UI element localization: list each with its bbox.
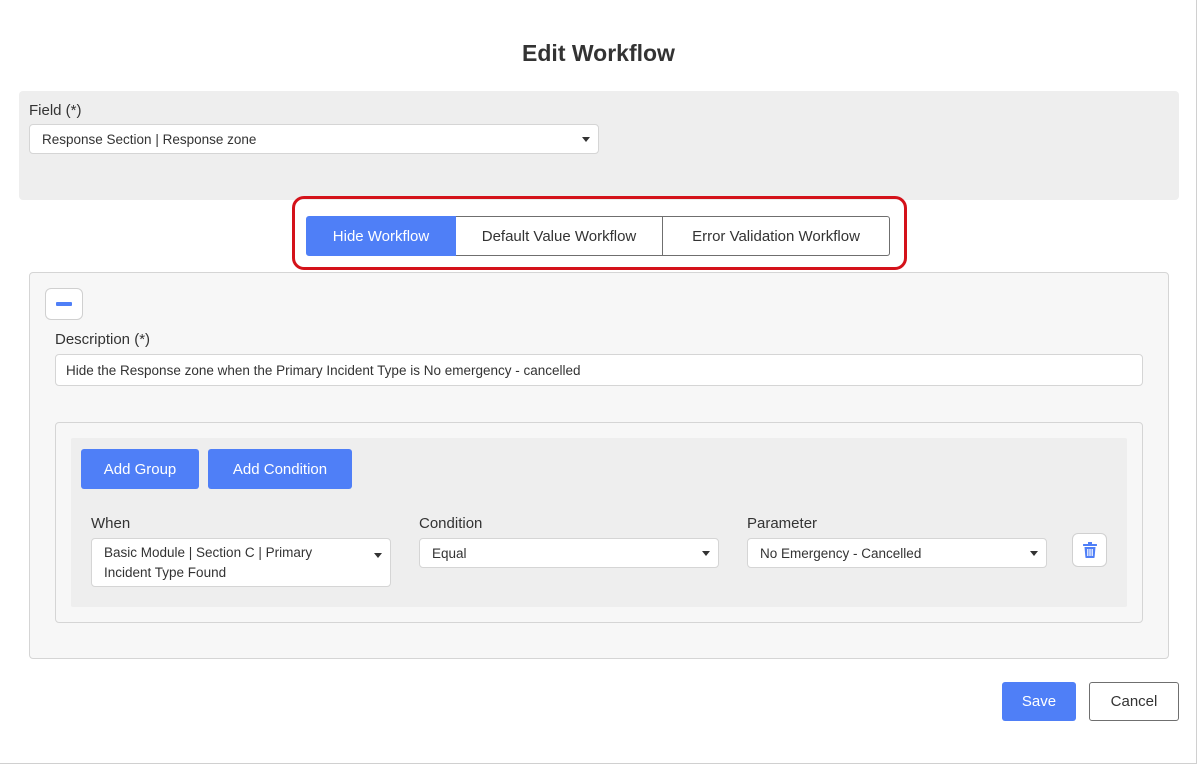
caret-down-icon (702, 551, 710, 556)
parameter-select-value: No Emergency - Cancelled (760, 545, 922, 561)
condition-select-value: Equal (432, 545, 467, 561)
conditions-container: Add Group Add Condition When Condition P… (55, 422, 1143, 623)
tab-error-validation-workflow[interactable]: Error Validation Workflow (663, 216, 890, 256)
tab-hide-workflow[interactable]: Hide Workflow (306, 216, 456, 256)
cancel-button[interactable]: Cancel (1089, 682, 1179, 721)
parameter-label: Parameter (747, 515, 818, 532)
field-select-value: Response Section | Response zone (42, 131, 257, 147)
caret-down-icon (1030, 551, 1038, 556)
condition-group: Add Group Add Condition When Condition P… (71, 438, 1127, 607)
trash-icon (1082, 542, 1097, 558)
edit-workflow-dialog: Edit Workflow Field (*) Response Section… (0, 0, 1197, 764)
add-condition-button[interactable]: Add Condition (208, 449, 352, 489)
description-input[interactable]: Hide the Response zone when the Primary … (55, 354, 1143, 386)
tab-default-value-workflow[interactable]: Default Value Workflow (456, 216, 663, 256)
workflow-card: Description (*) Hide the Response zone w… (29, 272, 1169, 659)
field-label: Field (*) (29, 102, 82, 119)
caret-down-icon (374, 553, 382, 558)
caret-down-icon (582, 137, 590, 142)
condition-select[interactable]: Equal (419, 538, 719, 568)
delete-condition-button[interactable] (1072, 533, 1107, 567)
collapse-button[interactable] (45, 288, 83, 320)
when-select[interactable]: Basic Module | Section C | Primary Incid… (91, 538, 391, 587)
dialog-title: Edit Workflow (522, 40, 675, 66)
description-label: Description (*) (55, 331, 151, 348)
when-label: When (91, 515, 131, 532)
when-select-value: Basic Module | Section C | Primary Incid… (104, 545, 313, 580)
minus-icon (56, 302, 72, 306)
parameter-select[interactable]: No Emergency - Cancelled (747, 538, 1047, 568)
save-button[interactable]: Save (1002, 682, 1076, 721)
field-panel: Field (*) Response Section | Response zo… (19, 91, 1179, 200)
workflow-type-tabs: Hide Workflow Default Value Workflow Err… (306, 216, 890, 256)
field-select[interactable]: Response Section | Response zone (29, 124, 599, 154)
condition-label: Condition (419, 515, 483, 532)
add-group-button[interactable]: Add Group (81, 449, 199, 489)
